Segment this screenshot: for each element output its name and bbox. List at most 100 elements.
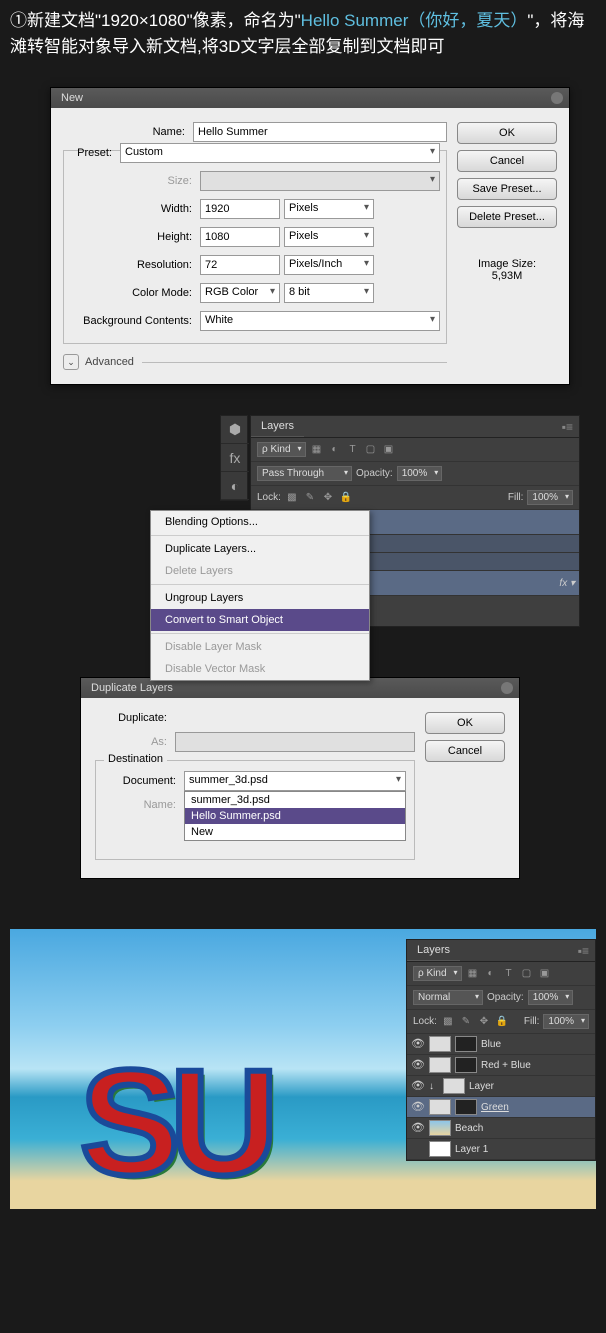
color-mode-label: Color Mode: xyxy=(70,287,200,299)
height-input[interactable] xyxy=(200,227,280,247)
image-size-value: 5,93M xyxy=(457,270,557,282)
name-input[interactable] xyxy=(193,122,447,142)
lock-paint-icon[interactable]: ✎ xyxy=(459,1015,473,1029)
width-unit-select[interactable]: Pixels xyxy=(284,199,374,219)
layers-tab[interactable]: Layers xyxy=(407,940,460,961)
lock-all-icon[interactable]: 🔒 xyxy=(339,491,353,505)
delete-preset-button[interactable]: Delete Preset... xyxy=(457,206,557,228)
as-label: As: xyxy=(95,736,175,748)
filter-type-icon[interactable]: T xyxy=(346,443,360,457)
preset-select[interactable]: Custom xyxy=(120,143,440,163)
filter-pixel-icon[interactable]: ▦ xyxy=(466,967,480,981)
layer-item[interactable]: Layer 1 xyxy=(407,1139,595,1160)
ok-button[interactable]: OK xyxy=(425,712,505,734)
dialog-titlebar[interactable]: New xyxy=(51,88,569,108)
cancel-button[interactable]: Cancel xyxy=(425,740,505,762)
fill-input[interactable]: 100% xyxy=(527,490,573,505)
color-mode-select[interactable]: RGB Color xyxy=(200,283,280,303)
filter-smart-icon[interactable]: ▣ xyxy=(382,443,396,457)
filter-shape-icon[interactable]: ▢ xyxy=(364,443,378,457)
duplicate-label: Duplicate: xyxy=(95,712,175,724)
tool-swatch-icon[interactable]: ◐ xyxy=(221,472,249,500)
filter-shape-icon[interactable]: ▢ xyxy=(520,967,534,981)
size-select xyxy=(200,171,440,191)
filter-kind-select[interactable]: ρ Kind xyxy=(413,966,462,981)
fill-label: Fill: xyxy=(508,492,524,503)
name-label: Name: xyxy=(63,126,193,138)
fill-label: Fill: xyxy=(524,1016,540,1027)
lock-label: Lock: xyxy=(413,1016,437,1027)
lock-move-icon[interactable]: ✥ xyxy=(321,491,335,505)
width-label: Width: xyxy=(70,203,200,215)
layer-context-menu: Blending Options... Duplicate Layers... … xyxy=(150,510,370,681)
layers-panel-overlay: Layers ▪≡ ρ Kind ▦ ◐ T ▢ ▣ Normal Opacit… xyxy=(406,939,596,1161)
height-unit-select[interactable]: Pixels xyxy=(284,227,374,247)
opacity-label: Opacity: xyxy=(487,992,524,1003)
size-label: Size: xyxy=(70,175,200,187)
dialog-titlebar[interactable]: Duplicate Layers xyxy=(81,678,519,698)
filter-kind-select[interactable]: ρ Kind xyxy=(257,442,306,457)
width-input[interactable] xyxy=(200,199,280,219)
tool-fx-icon[interactable]: fx xyxy=(221,444,249,472)
filter-adjust-icon[interactable]: ◐ xyxy=(328,443,342,457)
bg-select[interactable]: White xyxy=(200,311,440,331)
dropdown-option[interactable]: New xyxy=(185,824,405,840)
close-icon[interactable] xyxy=(551,92,563,104)
layer-item[interactable]: 👁Red + Blue xyxy=(407,1055,595,1076)
lock-trans-icon[interactable]: ▩ xyxy=(285,491,299,505)
opacity-label: Opacity: xyxy=(356,468,393,479)
filter-type-icon[interactable]: T xyxy=(502,967,516,981)
document-select[interactable]: summer_3d.psd xyxy=(184,771,406,791)
close-icon[interactable] xyxy=(501,682,513,694)
document-dropdown-list: summer_3d.psd Hello Summer.psd New xyxy=(184,791,406,841)
advanced-toggle[interactable]: ⌄ xyxy=(63,354,79,370)
bg-label: Background Contents: xyxy=(70,315,200,327)
blend-mode-select[interactable]: Pass Through xyxy=(257,466,352,481)
menu-disable-layer-mask: Disable Layer Mask xyxy=(151,636,369,658)
menu-blending-options[interactable]: Blending Options... xyxy=(151,511,369,533)
menu-convert-smart-object[interactable]: Convert to Smart Object xyxy=(151,609,369,631)
blend-mode-select[interactable]: Normal xyxy=(413,990,483,1005)
lock-move-icon[interactable]: ✥ xyxy=(477,1015,491,1029)
duplicate-layers-dialog: Duplicate Layers OK Cancel Duplicate: As… xyxy=(80,677,520,879)
menu-ungroup-layers[interactable]: Ungroup Layers xyxy=(151,587,369,609)
layer-item[interactable]: 👁Beach xyxy=(407,1118,595,1139)
document-label: Document: xyxy=(104,775,184,787)
filter-adjust-icon[interactable]: ◐ xyxy=(484,967,498,981)
lock-all-icon[interactable]: 🔒 xyxy=(495,1015,509,1029)
advanced-label: Advanced xyxy=(85,356,134,368)
tool-column: ⬢ fx ◐ xyxy=(220,415,248,501)
preset-label: Preset: xyxy=(70,147,120,159)
color-depth-select[interactable]: 8 bit xyxy=(284,283,374,303)
dialog-title: Duplicate Layers xyxy=(91,682,173,694)
panel-menu-icon[interactable]: ▪≡ xyxy=(572,940,595,962)
menu-duplicate-layers[interactable]: Duplicate Layers... xyxy=(151,538,369,560)
opacity-input[interactable]: 100% xyxy=(397,466,443,481)
dropdown-option[interactable]: Hello Summer.psd xyxy=(185,808,405,824)
cancel-button[interactable]: Cancel xyxy=(457,150,557,172)
filter-pixel-icon[interactable]: ▦ xyxy=(310,443,324,457)
layers-tab[interactable]: Layers xyxy=(251,416,304,437)
menu-delete-layers: Delete Layers xyxy=(151,560,369,582)
panel-menu-icon[interactable]: ▪≡ xyxy=(556,416,579,438)
layer-item[interactable]: 👁↓Layer xyxy=(407,1076,595,1097)
layer-item[interactable]: 👁Green xyxy=(407,1097,595,1118)
layer-item[interactable]: 👁Blue xyxy=(407,1034,595,1055)
menu-disable-vector-mask: Disable Vector Mask xyxy=(151,658,369,680)
tool-3d-icon[interactable]: ⬢ xyxy=(221,416,249,444)
opacity-input[interactable]: 100% xyxy=(528,990,574,1005)
lock-label: Lock: xyxy=(257,492,281,503)
fill-input[interactable]: 100% xyxy=(543,1014,589,1029)
resolution-unit-select[interactable]: Pixels/Inch xyxy=(284,255,374,275)
height-label: Height: xyxy=(70,231,200,243)
save-preset-button[interactable]: Save Preset... xyxy=(457,178,557,200)
lock-trans-icon[interactable]: ▩ xyxy=(441,1015,455,1029)
dropdown-option[interactable]: summer_3d.psd xyxy=(185,792,405,808)
ok-button[interactable]: OK xyxy=(457,122,557,144)
fx-icon[interactable]: fx ▾ xyxy=(559,578,575,589)
filter-smart-icon[interactable]: ▣ xyxy=(538,967,552,981)
lock-paint-icon[interactable]: ✎ xyxy=(303,491,317,505)
3d-text: SU xyxy=(80,1036,268,1209)
resolution-label: Resolution: xyxy=(70,259,200,271)
resolution-input[interactable] xyxy=(200,255,280,275)
